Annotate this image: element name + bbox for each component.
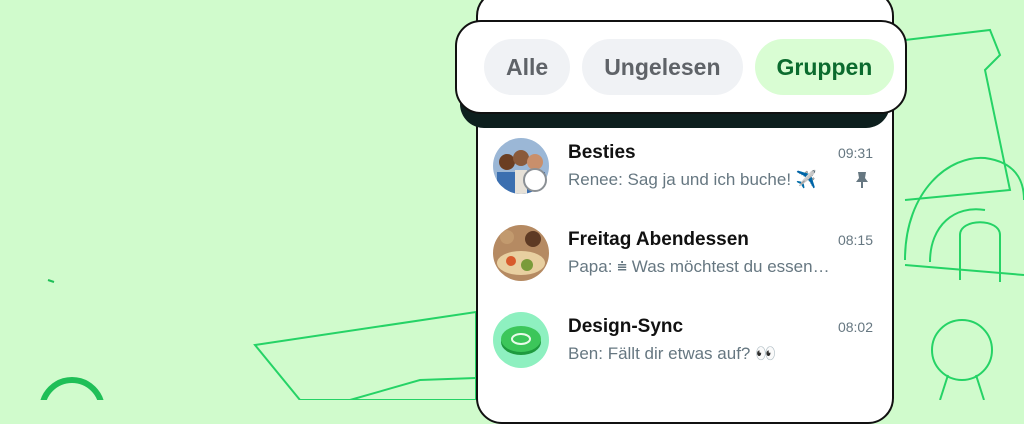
disc-icon (493, 312, 549, 368)
chat-name: Besties (568, 142, 636, 163)
chat-preview: Ben: Fällt dir etwas auf? 👀 (568, 344, 777, 363)
chat-row-besties[interactable]: Besties 09:31 Renee: Sag ja und ich buch… (493, 138, 873, 198)
dinner-photo-icon (493, 225, 549, 281)
chat-time: 08:15 (837, 232, 873, 248)
chat-preview: Renee: Sag ja und ich buche! ✈️ (568, 170, 817, 189)
chat-row-freitag-abendessen[interactable]: Freitag Abendessen 08:15 Papa: ⩧ Was möc… (493, 225, 873, 285)
status-icon (523, 168, 547, 192)
filter-chip-alle[interactable]: Alle (484, 39, 571, 95)
chat-time: 08:02 (837, 319, 873, 335)
chat-name: Design-Sync (568, 316, 684, 337)
chat-time: 09:31 (837, 145, 873, 161)
filter-chip-ungelesen[interactable]: Ungelesen (582, 39, 743, 95)
filter-chip-gruppen[interactable]: Gruppen (754, 39, 895, 95)
chat-preview: Papa: ⩧ Was möchtest du essen… (568, 257, 830, 276)
pin-icon (855, 171, 869, 194)
chat-filter-bar: Alle Ungelesen Gruppen (455, 20, 907, 114)
chat-row-design-sync[interactable]: Design-Sync 08:02 Ben: Fällt dir etwas a… (493, 312, 873, 372)
chat-name: Freitag Abendessen (568, 229, 749, 250)
